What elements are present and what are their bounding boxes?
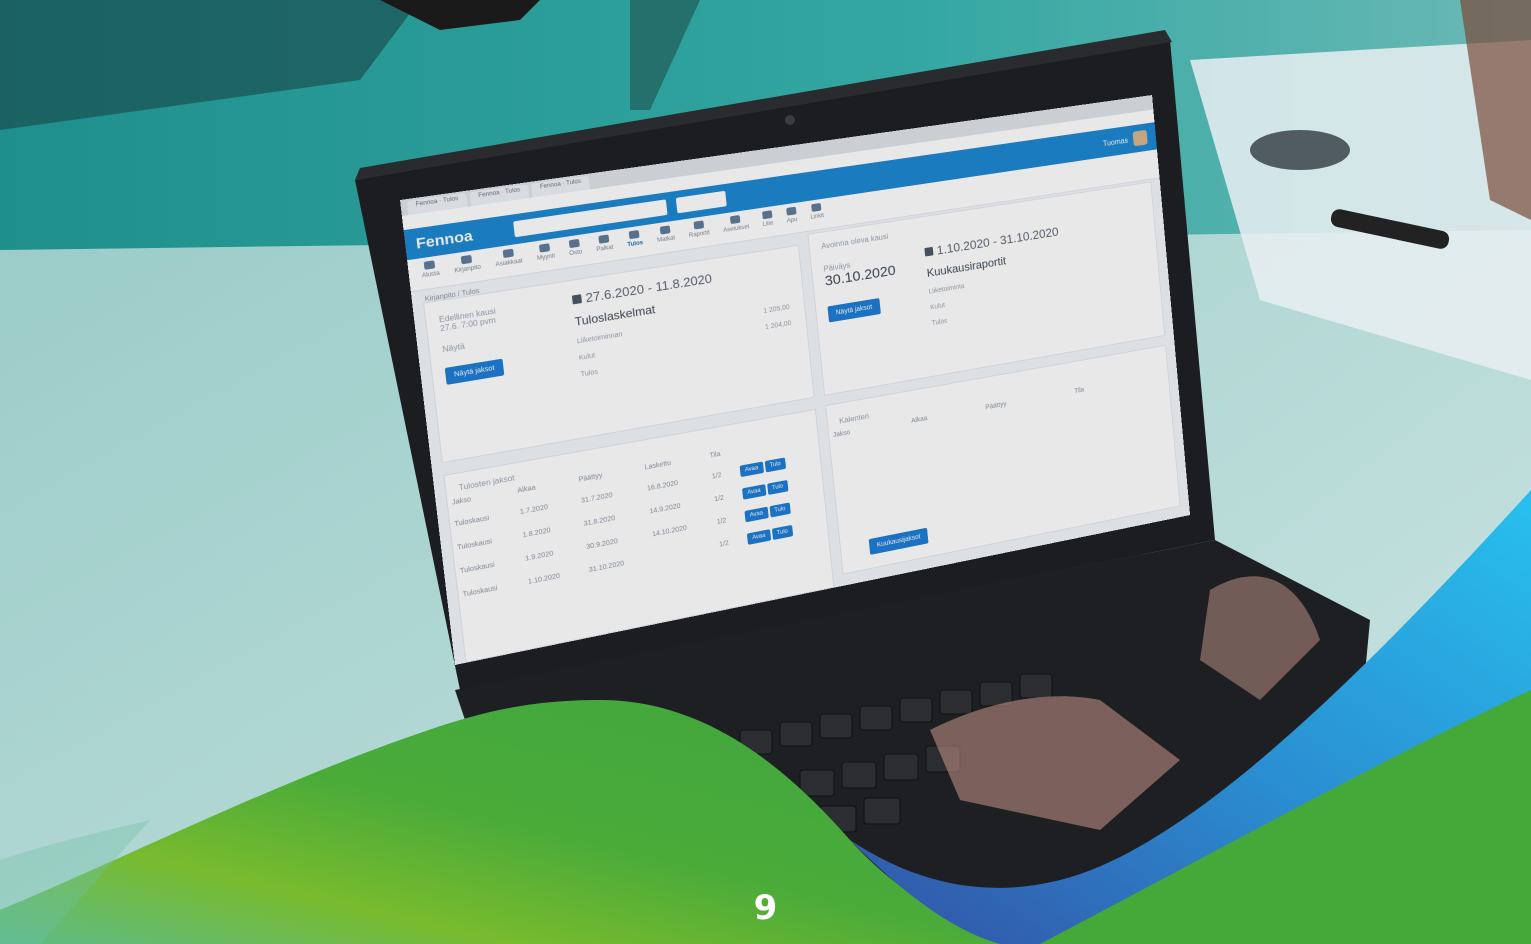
- avatar: [1132, 129, 1148, 147]
- payroll-icon: [598, 234, 610, 244]
- search-icon: [730, 214, 741, 225]
- open-button[interactable]: Avaa: [739, 461, 764, 478]
- fennoa-logo[interactable]: Fennoa: [415, 227, 474, 252]
- ledger-icon: [460, 254, 473, 265]
- monthly-periods-button[interactable]: Kuukausijaksot: [868, 527, 929, 555]
- nav-item[interactable]: Kirjanpito: [453, 254, 482, 281]
- nav-item[interactable]: Linkit: [809, 202, 825, 227]
- calendar-icon: [571, 294, 583, 305]
- nav-item[interactable]: Alusta: [420, 260, 440, 286]
- nav-item-selected[interactable]: Tulos: [626, 229, 644, 255]
- show-periods-button[interactable]: Näytä jaksot: [444, 358, 504, 385]
- nav-item[interactable]: Matkat: [656, 225, 676, 250]
- people-icon: [502, 248, 514, 259]
- period-select[interactable]: [676, 190, 728, 214]
- help-icon: [785, 206, 797, 216]
- result-button[interactable]: Tulo: [769, 502, 791, 518]
- show-periods-button[interactable]: Näytä jaksot: [827, 298, 881, 323]
- panel-kicker: Avoinna oleva kausi: [820, 232, 889, 251]
- car-icon: [659, 225, 671, 235]
- nav-item[interactable]: Liite: [761, 210, 774, 234]
- nav-item[interactable]: Raportit: [688, 220, 711, 245]
- nav-item[interactable]: Osto: [568, 238, 583, 263]
- result-button[interactable]: Tulo: [771, 524, 794, 541]
- result-button[interactable]: Tulo: [766, 479, 789, 496]
- home-icon: [423, 260, 436, 270]
- show-link[interactable]: Näytä: [442, 327, 558, 354]
- nav-item[interactable]: Apu: [785, 206, 799, 230]
- user-label: Tuomas: [1102, 135, 1129, 148]
- open-button[interactable]: Avaa: [746, 529, 771, 545]
- page-number: 9: [753, 888, 778, 928]
- nav-item[interactable]: Asetukset: [722, 214, 750, 240]
- nav-item[interactable]: Asiakkaat: [494, 247, 524, 274]
- user-menu[interactable]: Tuomas: [1102, 129, 1148, 151]
- open-button[interactable]: Avaa: [741, 484, 766, 500]
- nav-item[interactable]: Palkat: [595, 234, 614, 259]
- moon-icon: [628, 229, 640, 240]
- open-button[interactable]: Avaa: [744, 506, 769, 523]
- report-icon: [692, 220, 704, 230]
- purchase-icon: [569, 238, 581, 249]
- link-icon: [811, 202, 822, 212]
- calendar-icon: [924, 246, 934, 257]
- nav-item[interactable]: Myynti: [536, 243, 556, 268]
- result-button[interactable]: Tulo: [764, 457, 787, 473]
- rocket-icon: [761, 210, 773, 220]
- sales-icon: [539, 243, 551, 253]
